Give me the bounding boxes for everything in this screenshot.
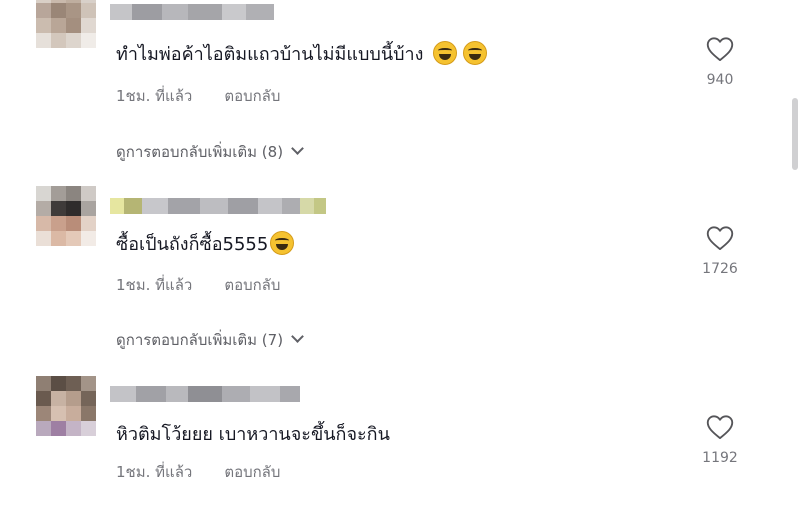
comment-text-content: ทำไมพ่อค้าไอติมแถวบ้านไม่มีแบบนี้บ้าง bbox=[116, 44, 424, 65]
chevron-down-icon bbox=[291, 330, 304, 343]
like-widget: 940 bbox=[700, 36, 740, 88]
view-more-replies-label: ดูการตอบกลับเพิ่มเติม (7) bbox=[116, 331, 284, 349]
heart-outline-icon[interactable] bbox=[706, 414, 734, 440]
username-blurred[interactable] bbox=[110, 198, 326, 214]
comment-timestamp: 1ชม. ที่แล้ว bbox=[116, 276, 193, 294]
comment-meta: 1ชม. ที่แล้ว ตอบกลับ bbox=[116, 84, 280, 108]
comment-meta: 1ชม. ที่แล้ว ตอบกลับ bbox=[116, 273, 280, 297]
avatar[interactable] bbox=[36, 186, 96, 246]
comment-timestamp: 1ชม. ที่แล้ว bbox=[116, 463, 193, 481]
grinning-sweat-emoji bbox=[270, 231, 295, 255]
like-widget: 1192 bbox=[700, 414, 740, 466]
comment-timestamp: 1ชม. ที่แล้ว bbox=[116, 87, 193, 105]
reply-button[interactable]: ตอบกลับ bbox=[224, 463, 280, 481]
scrollbar-thumb[interactable] bbox=[792, 98, 798, 170]
view-more-replies-label: ดูการตอบกลับเพิ่มเติม (8) bbox=[116, 143, 284, 161]
view-more-replies-button[interactable]: ดูการตอบกลับเพิ่มเติม (7) bbox=[116, 328, 304, 352]
comment-text: ทำไมพ่อค้าไอติมแถวบ้านไม่มีแบบนี้บ้าง bbox=[116, 39, 488, 68]
like-count: 940 bbox=[706, 72, 734, 88]
chevron-down-icon bbox=[291, 142, 304, 155]
avatar[interactable] bbox=[36, 376, 96, 436]
comment-text-content: ซื้อเป็นถังก็ซื้อ5555 bbox=[116, 234, 269, 255]
reply-button[interactable]: ตอบกลับ bbox=[224, 276, 280, 294]
avatar[interactable] bbox=[36, 0, 96, 48]
heart-outline-icon[interactable] bbox=[706, 36, 734, 62]
username-blurred[interactable] bbox=[110, 386, 300, 402]
heart-outline-icon[interactable] bbox=[706, 225, 734, 251]
comment-text: ซื้อเป็นถังก็ซื้อ5555 bbox=[116, 229, 295, 258]
like-count: 1726 bbox=[702, 261, 738, 277]
grinning-sweat-emoji bbox=[463, 41, 488, 65]
like-widget: 1726 bbox=[700, 225, 740, 277]
like-count: 1192 bbox=[702, 450, 738, 466]
grinning-sweat-emoji bbox=[433, 41, 458, 65]
comment-meta: 1ชม. ที่แล้ว ตอบกลับ bbox=[116, 460, 280, 484]
scrollbar[interactable] bbox=[788, 0, 800, 507]
comment-text: หิวติมโว้ยยย เบาหวานจะขึ้นก็จะกิน bbox=[116, 419, 390, 448]
view-more-replies-button[interactable]: ดูการตอบกลับเพิ่มเติม (8) bbox=[116, 140, 304, 164]
comment-text-content: หิวติมโว้ยยย เบาหวานจะขึ้นก็จะกิน bbox=[116, 424, 390, 445]
username-blurred[interactable] bbox=[110, 4, 274, 20]
reply-button[interactable]: ตอบกลับ bbox=[224, 87, 280, 105]
